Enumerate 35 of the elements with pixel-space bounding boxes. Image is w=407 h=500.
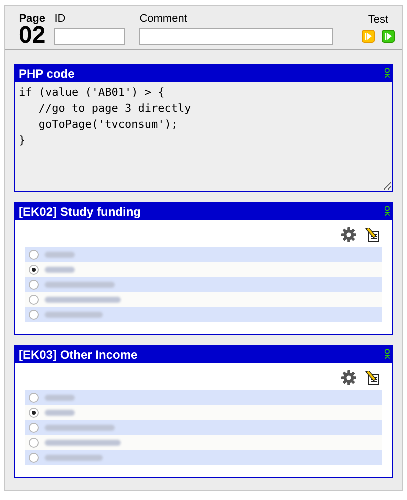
edit-icon[interactable] xyxy=(365,370,380,386)
blurred-label xyxy=(45,266,75,272)
play-icon[interactable] xyxy=(362,30,375,43)
radio-button[interactable] xyxy=(29,250,39,260)
blurred-label xyxy=(45,394,75,400)
blurred-label xyxy=(45,410,75,416)
block-title: [EK03] Other Income xyxy=(19,348,138,362)
radio-button[interactable] xyxy=(29,280,39,290)
code-editor[interactable]: if (value ('AB01') > { //go to page 3 directly goToPage('tvconsum'); } xyxy=(15,82,392,191)
edit-icon[interactable] xyxy=(365,228,380,242)
blurred-label xyxy=(45,312,103,318)
field-label: ID xyxy=(54,13,67,25)
radio-button[interactable] xyxy=(29,392,39,402)
gear-icon[interactable] xyxy=(341,227,357,243)
block-title: [EK02] Study funding xyxy=(19,204,141,218)
radio-button[interactable] xyxy=(29,264,39,274)
blurred-label xyxy=(45,454,103,460)
radio-button[interactable] xyxy=(29,452,39,462)
field-label: Comment xyxy=(140,13,188,25)
input-field[interactable] xyxy=(138,28,333,45)
radio-button[interactable] xyxy=(29,408,39,418)
blurred-label xyxy=(45,252,75,258)
radio-button[interactable] xyxy=(29,438,39,448)
radio-button[interactable] xyxy=(29,310,39,320)
radio-button[interactable] xyxy=(29,294,39,304)
radio-button[interactable] xyxy=(29,422,39,432)
blurred-label xyxy=(45,282,115,288)
play-icon[interactable] xyxy=(382,30,395,43)
input-field[interactable] xyxy=(54,28,125,45)
page-number: 02 xyxy=(19,25,46,47)
test-label: Test xyxy=(368,14,389,26)
page-label: Page xyxy=(19,14,46,25)
gear-icon[interactable] xyxy=(341,370,357,386)
block-title: PHP code xyxy=(19,66,75,80)
blurred-label xyxy=(45,424,115,430)
